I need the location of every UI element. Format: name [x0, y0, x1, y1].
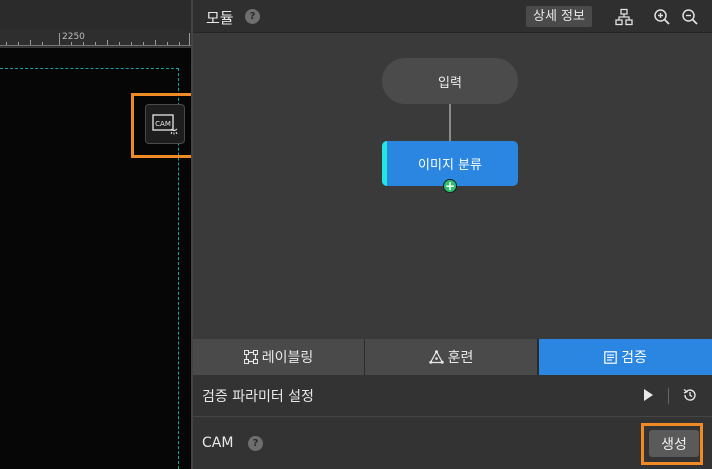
module-title: 모듈 — [206, 9, 234, 27]
help-icon[interactable]: ? — [245, 9, 260, 24]
validation-icon — [604, 350, 617, 364]
validation-params-row: 검증 파라미터 설정 — [193, 375, 712, 417]
cam-label: CAM — [202, 435, 234, 451]
module-header: 모듈 ? 상세 정보 — [193, 0, 712, 33]
image-viewer[interactable]: 2250 CAM — [0, 0, 197, 469]
add-node-icon[interactable]: + — [443, 179, 457, 193]
hierarchy-icon[interactable] — [615, 8, 633, 26]
classification-node-label: 이미지 분류 — [418, 158, 482, 173]
labeling-icon — [243, 350, 258, 364]
cam-help-icon[interactable]: ? — [248, 436, 263, 451]
divider — [668, 388, 669, 404]
validation-params-title: 검증 파라미터 설정 — [202, 389, 314, 405]
tab-labeling[interactable]: 레이블링 — [193, 339, 364, 375]
node-connector — [449, 104, 451, 141]
node-accent-bar — [382, 141, 387, 186]
zoom-out-icon[interactable] — [681, 8, 699, 26]
tab-training[interactable]: 훈련 — [365, 339, 537, 375]
horizontal-ruler: 2250 — [0, 30, 191, 48]
cam-row: CAM ? — [193, 418, 712, 469]
tab-training-label: 훈련 — [447, 350, 474, 366]
mode-tabs: 레이블링 훈련 검증 — [193, 339, 712, 375]
details-button[interactable]: 상세 정보 — [526, 6, 592, 27]
tab-validation-label: 검증 — [621, 350, 647, 366]
zoom-in-icon[interactable] — [653, 8, 671, 26]
tab-labeling-label: 레이블링 — [261, 350, 314, 366]
input-node[interactable]: 입력 — [382, 58, 518, 104]
history-icon[interactable] — [682, 387, 698, 403]
training-icon — [428, 350, 444, 364]
cam-button-highlight — [131, 93, 197, 158]
module-panel: 모듈 ? 상세 정보 입력 이미지 분류 + 레이블링 훈련 검증 검증 파라미… — [193, 0, 712, 469]
tab-validation[interactable]: 검증 — [539, 339, 712, 375]
image-bounds-top — [0, 68, 179, 69]
play-icon[interactable] — [644, 389, 653, 401]
ruler-label: 2250 — [62, 32, 85, 42]
input-node-label: 입력 — [438, 75, 462, 91]
module-graph[interactable]: 입력 이미지 분류 + — [193, 33, 712, 339]
generate-button-highlight — [641, 423, 703, 465]
viewer-toolbar — [0, 0, 191, 30]
validation-settings: 검증 파라미터 설정 CAM ? 생성 — [193, 375, 712, 469]
